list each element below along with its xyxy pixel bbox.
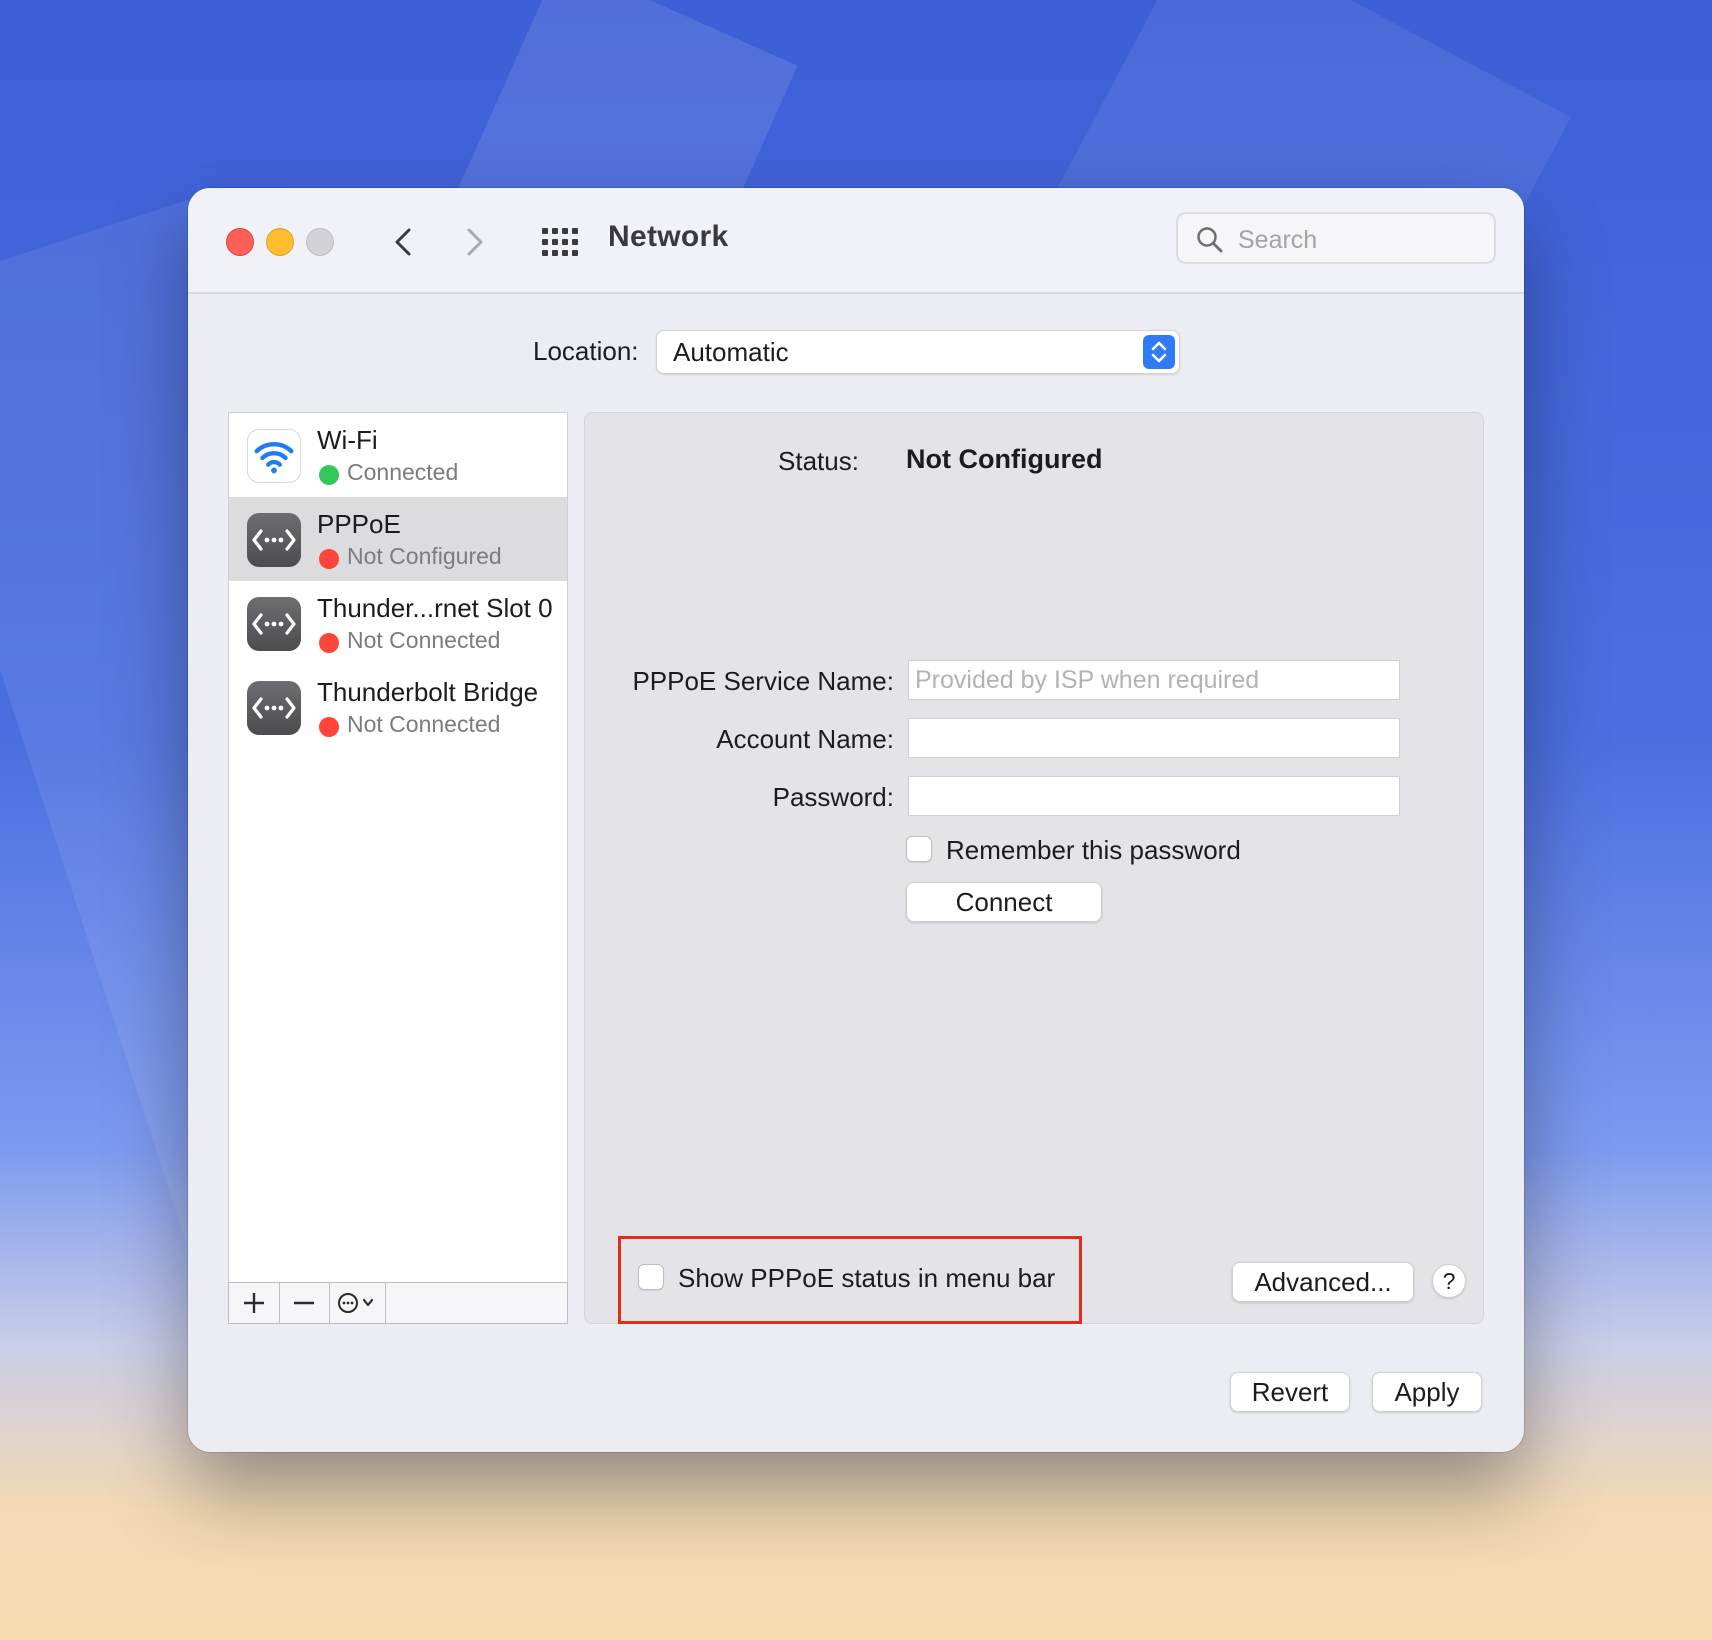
service-name: Wi-Fi <box>317 425 378 455</box>
highlight-box <box>618 1236 1082 1324</box>
service-list: Wi-Fi Connected PPPoE Not Configured Thu… <box>228 412 568 1284</box>
service-name-field[interactable] <box>908 660 1400 700</box>
forward-button[interactable] <box>456 224 492 260</box>
chevron-right-icon <box>467 228 483 256</box>
service-status: Not Configured <box>347 543 502 569</box>
detail-panel <box>584 412 1484 1324</box>
grid-icon <box>542 228 578 256</box>
status-dot-green <box>319 465 339 485</box>
wifi-icon <box>247 429 301 483</box>
service-status: Not Connected <box>347 711 501 737</box>
ethernet-icon <box>247 597 301 651</box>
search-placeholder: Search <box>1238 226 1318 254</box>
service-name-input[interactable] <box>909 661 1399 699</box>
password-label: Password: <box>772 782 894 812</box>
service-status: Connected <box>347 459 459 485</box>
location-select[interactable]: Automatic <box>656 330 1180 374</box>
title-bar: Network Search <box>188 188 1524 294</box>
zoom-button[interactable] <box>306 228 334 256</box>
minimize-button[interactable] <box>266 228 294 256</box>
status-dot-red <box>319 633 339 653</box>
service-status: Not Connected <box>347 627 501 653</box>
status-label: Status: <box>778 446 859 476</box>
minus-icon <box>294 1301 314 1305</box>
account-name-field[interactable] <box>908 718 1400 758</box>
updown-arrows-icon <box>1143 335 1175 369</box>
service-item-thunderbolt-bridge[interactable]: Thunderbolt Bridge Not Connected <box>229 665 567 749</box>
remember-password-label: Remember this password <box>946 835 1241 865</box>
help-button[interactable]: ? <box>1432 1264 1466 1298</box>
connect-button[interactable]: Connect <box>906 882 1102 922</box>
advanced-button[interactable]: Advanced... <box>1232 1262 1414 1302</box>
remove-service-button[interactable] <box>279 1283 330 1323</box>
service-name: Thunderbolt Bridge <box>317 677 539 707</box>
remember-password-checkbox[interactable] <box>906 836 932 862</box>
service-name: Thunder...rnet Slot 0 <box>317 593 553 623</box>
service-list-toolbar <box>228 1282 568 1324</box>
status-dot-red <box>319 717 339 737</box>
ethernet-icon <box>247 681 301 735</box>
service-item-wifi[interactable]: Wi-Fi Connected <box>229 413 567 497</box>
window-title: Network <box>608 220 729 253</box>
status-value: Not Configured <box>906 444 1103 474</box>
service-actions-menu[interactable] <box>329 1283 386 1323</box>
location-value: Automatic <box>673 337 789 367</box>
plus-icon <box>244 1293 264 1313</box>
service-item-pppoe[interactable]: PPPoE Not Configured <box>229 497 567 581</box>
service-name: PPPoE <box>317 509 401 539</box>
show-all-button[interactable] <box>540 226 578 258</box>
revert-button[interactable]: Revert <box>1230 1372 1350 1412</box>
search-icon <box>1197 227 1223 253</box>
search-field[interactable]: Search <box>1176 212 1496 264</box>
chevron-left-icon <box>395 228 411 256</box>
service-name-label: PPPoE Service Name: <box>632 666 894 696</box>
ellipsis-circle-icon <box>338 1293 374 1313</box>
add-service-button[interactable] <box>229 1283 280 1323</box>
location-label: Location: <box>533 336 639 366</box>
password-input[interactable] <box>909 777 1399 815</box>
ethernet-icon <box>247 513 301 567</box>
service-item-thunderbolt-ethernet[interactable]: Thunder...rnet Slot 0 Not Connected <box>229 581 567 665</box>
close-button[interactable] <box>226 228 254 256</box>
back-button[interactable] <box>386 224 422 260</box>
password-field[interactable] <box>908 776 1400 816</box>
apply-button[interactable]: Apply <box>1372 1372 1482 1412</box>
account-name-input[interactable] <box>909 719 1399 757</box>
network-preferences-window: Network Search Location: Automatic Wi-Fi… <box>188 188 1524 1452</box>
status-dot-red <box>319 549 339 569</box>
account-name-label: Account Name: <box>716 724 894 754</box>
